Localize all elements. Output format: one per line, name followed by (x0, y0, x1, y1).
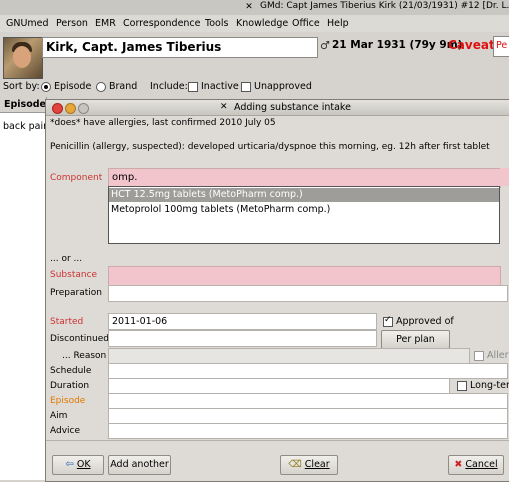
main-window-title: GMd: Capt James Tiberius Kirk (21/03/193… (260, 1, 509, 11)
maximize-icon[interactable] (78, 103, 89, 114)
aim-label: Aim (50, 411, 68, 421)
allergy-detail: Penicillin (allergy, suspected): develop… (50, 142, 490, 152)
component-suggestions[interactable]: HCT 12.5mg tablets (MetoPharm comp.) Met… (108, 186, 500, 244)
substance-label: Substance (50, 270, 98, 280)
ok-icon: ⇦ (65, 459, 74, 470)
started-label: Started (50, 317, 84, 327)
component-input-overflow (500, 168, 509, 186)
patient-photo[interactable] (3, 37, 43, 79)
suggestion-item-label: HCT 12.5mg tablets (MetoPharm comp.) (111, 189, 303, 200)
menu-emr[interactable]: EMR (95, 18, 116, 29)
sort-bar: Sort by: Episode Brand Include: Inactive… (0, 78, 509, 96)
menu-knowledge[interactable]: Knowledge (236, 18, 288, 29)
episode-list-item[interactable]: back pain (3, 121, 49, 132)
include-label: Include: (150, 81, 188, 92)
menubar: GNUmed Person EMR Correspondence Tools K… (0, 15, 509, 32)
component-label: Component (50, 173, 103, 183)
per-plan-button[interactable]: Per plan (381, 330, 450, 349)
patient-name-field[interactable]: Kirk, Capt. James Tiberius (42, 37, 318, 58)
patient-dob-age: 21 Mar 1931 (79y 9m) (332, 39, 463, 51)
sort-episode-label: Episode (54, 81, 92, 92)
menu-person[interactable]: Person (56, 18, 88, 29)
sort-brand-label: Brand (109, 81, 138, 92)
unapproved-label: Unapproved (254, 81, 312, 92)
started-input[interactable]: 2011-01-06 (108, 313, 377, 330)
clear-button[interactable]: ⌫ Clear (280, 455, 338, 475)
component-input[interactable]: omp. (108, 168, 501, 188)
menu-help[interactable]: Help (327, 18, 349, 29)
cancel-button-label: Cancel (465, 459, 498, 470)
schedule-label: Schedule (50, 366, 92, 376)
approved-label: Approved of (396, 316, 454, 327)
sort-episode-radio[interactable] (41, 82, 51, 92)
button-separator (46, 440, 509, 441)
or-separator: ... or ... (50, 254, 83, 264)
allergy-checkbox[interactable] (474, 351, 484, 361)
discontinued-input[interactable] (108, 330, 377, 347)
allergy-label: Aller (487, 350, 509, 361)
duration-label: Duration (50, 381, 90, 391)
long-term-checkbox[interactable] (457, 381, 467, 391)
dialog-title: Adding substance intake (234, 102, 351, 113)
caveat-label: Caveat (448, 38, 495, 52)
clear-button-label: Clear (304, 459, 330, 470)
x-window-icon: ✕ (245, 2, 253, 12)
advice-label: Advice (50, 426, 81, 436)
discontinued-label: Discontinued (50, 334, 109, 344)
substance-input[interactable] (108, 266, 501, 286)
sort-brand-radio[interactable] (96, 82, 106, 92)
inactive-checkbox[interactable] (188, 82, 198, 92)
add-another-button[interactable]: Add another (108, 455, 171, 475)
episode-header-label: Episode (4, 99, 46, 110)
menu-correspondence[interactable]: Correspondence (123, 18, 201, 29)
ok-button-label: OK (76, 459, 91, 470)
menu-tools[interactable]: Tools (205, 18, 228, 29)
gender-icon: ♂ (320, 39, 330, 52)
clear-icon: ⌫ (288, 459, 302, 470)
duration-input[interactable] (108, 378, 450, 394)
episode-column-header[interactable]: Episode (0, 97, 46, 113)
component-value: omp. (112, 172, 138, 183)
advice-input[interactable] (108, 423, 508, 439)
cancel-icon: ✖ (454, 459, 463, 470)
cancel-button[interactable]: ✖ Cancel (448, 455, 504, 475)
menu-gnumed[interactable]: GNUmed (6, 18, 49, 29)
ok-button[interactable]: ⇦ OK (52, 455, 104, 475)
episode-input[interactable] (108, 393, 508, 409)
preparation-label: Preparation (50, 288, 102, 298)
episode-list[interactable] (0, 97, 47, 480)
suggestion-item[interactable]: Metoprolol 100mg tablets (MetoPharm comp… (109, 203, 499, 217)
started-value: 2011-01-06 (112, 316, 168, 327)
allergy-status: *does* have allergies, last confirmed 20… (50, 118, 276, 128)
menu-office[interactable]: Office (292, 18, 320, 29)
patient-name: Kirk, Capt. James Tiberius (46, 40, 222, 54)
inactive-label: Inactive (201, 81, 239, 92)
x-window-icon: ✕ (220, 102, 228, 112)
schedule-input[interactable] (108, 363, 508, 379)
episode-label: Episode (50, 396, 86, 406)
main-window-titlebar[interactable]: ✕ GMd: Capt James Tiberius Kirk (21/03/1… (0, 0, 509, 16)
preparation-input[interactable] (108, 285, 508, 302)
caveat-value: Pe (496, 40, 508, 51)
approved-checkbox[interactable]: ✓ (383, 315, 393, 327)
suggestion-item-selected[interactable]: HCT 12.5mg tablets (MetoPharm comp.) (109, 188, 499, 202)
suggestion-item-label: Metoprolol 100mg tablets (MetoPharm comp… (111, 204, 331, 215)
long-term-label: Long-ter (470, 380, 509, 391)
aim-input[interactable] (108, 408, 508, 424)
unapproved-checkbox[interactable] (241, 82, 251, 92)
minimize-icon[interactable] (65, 103, 76, 114)
sort-by-label: Sort by: (3, 81, 40, 92)
caveat-field[interactable]: Pe (493, 36, 509, 57)
close-icon[interactable] (52, 103, 63, 114)
reason-label: ... Reason (62, 351, 107, 361)
